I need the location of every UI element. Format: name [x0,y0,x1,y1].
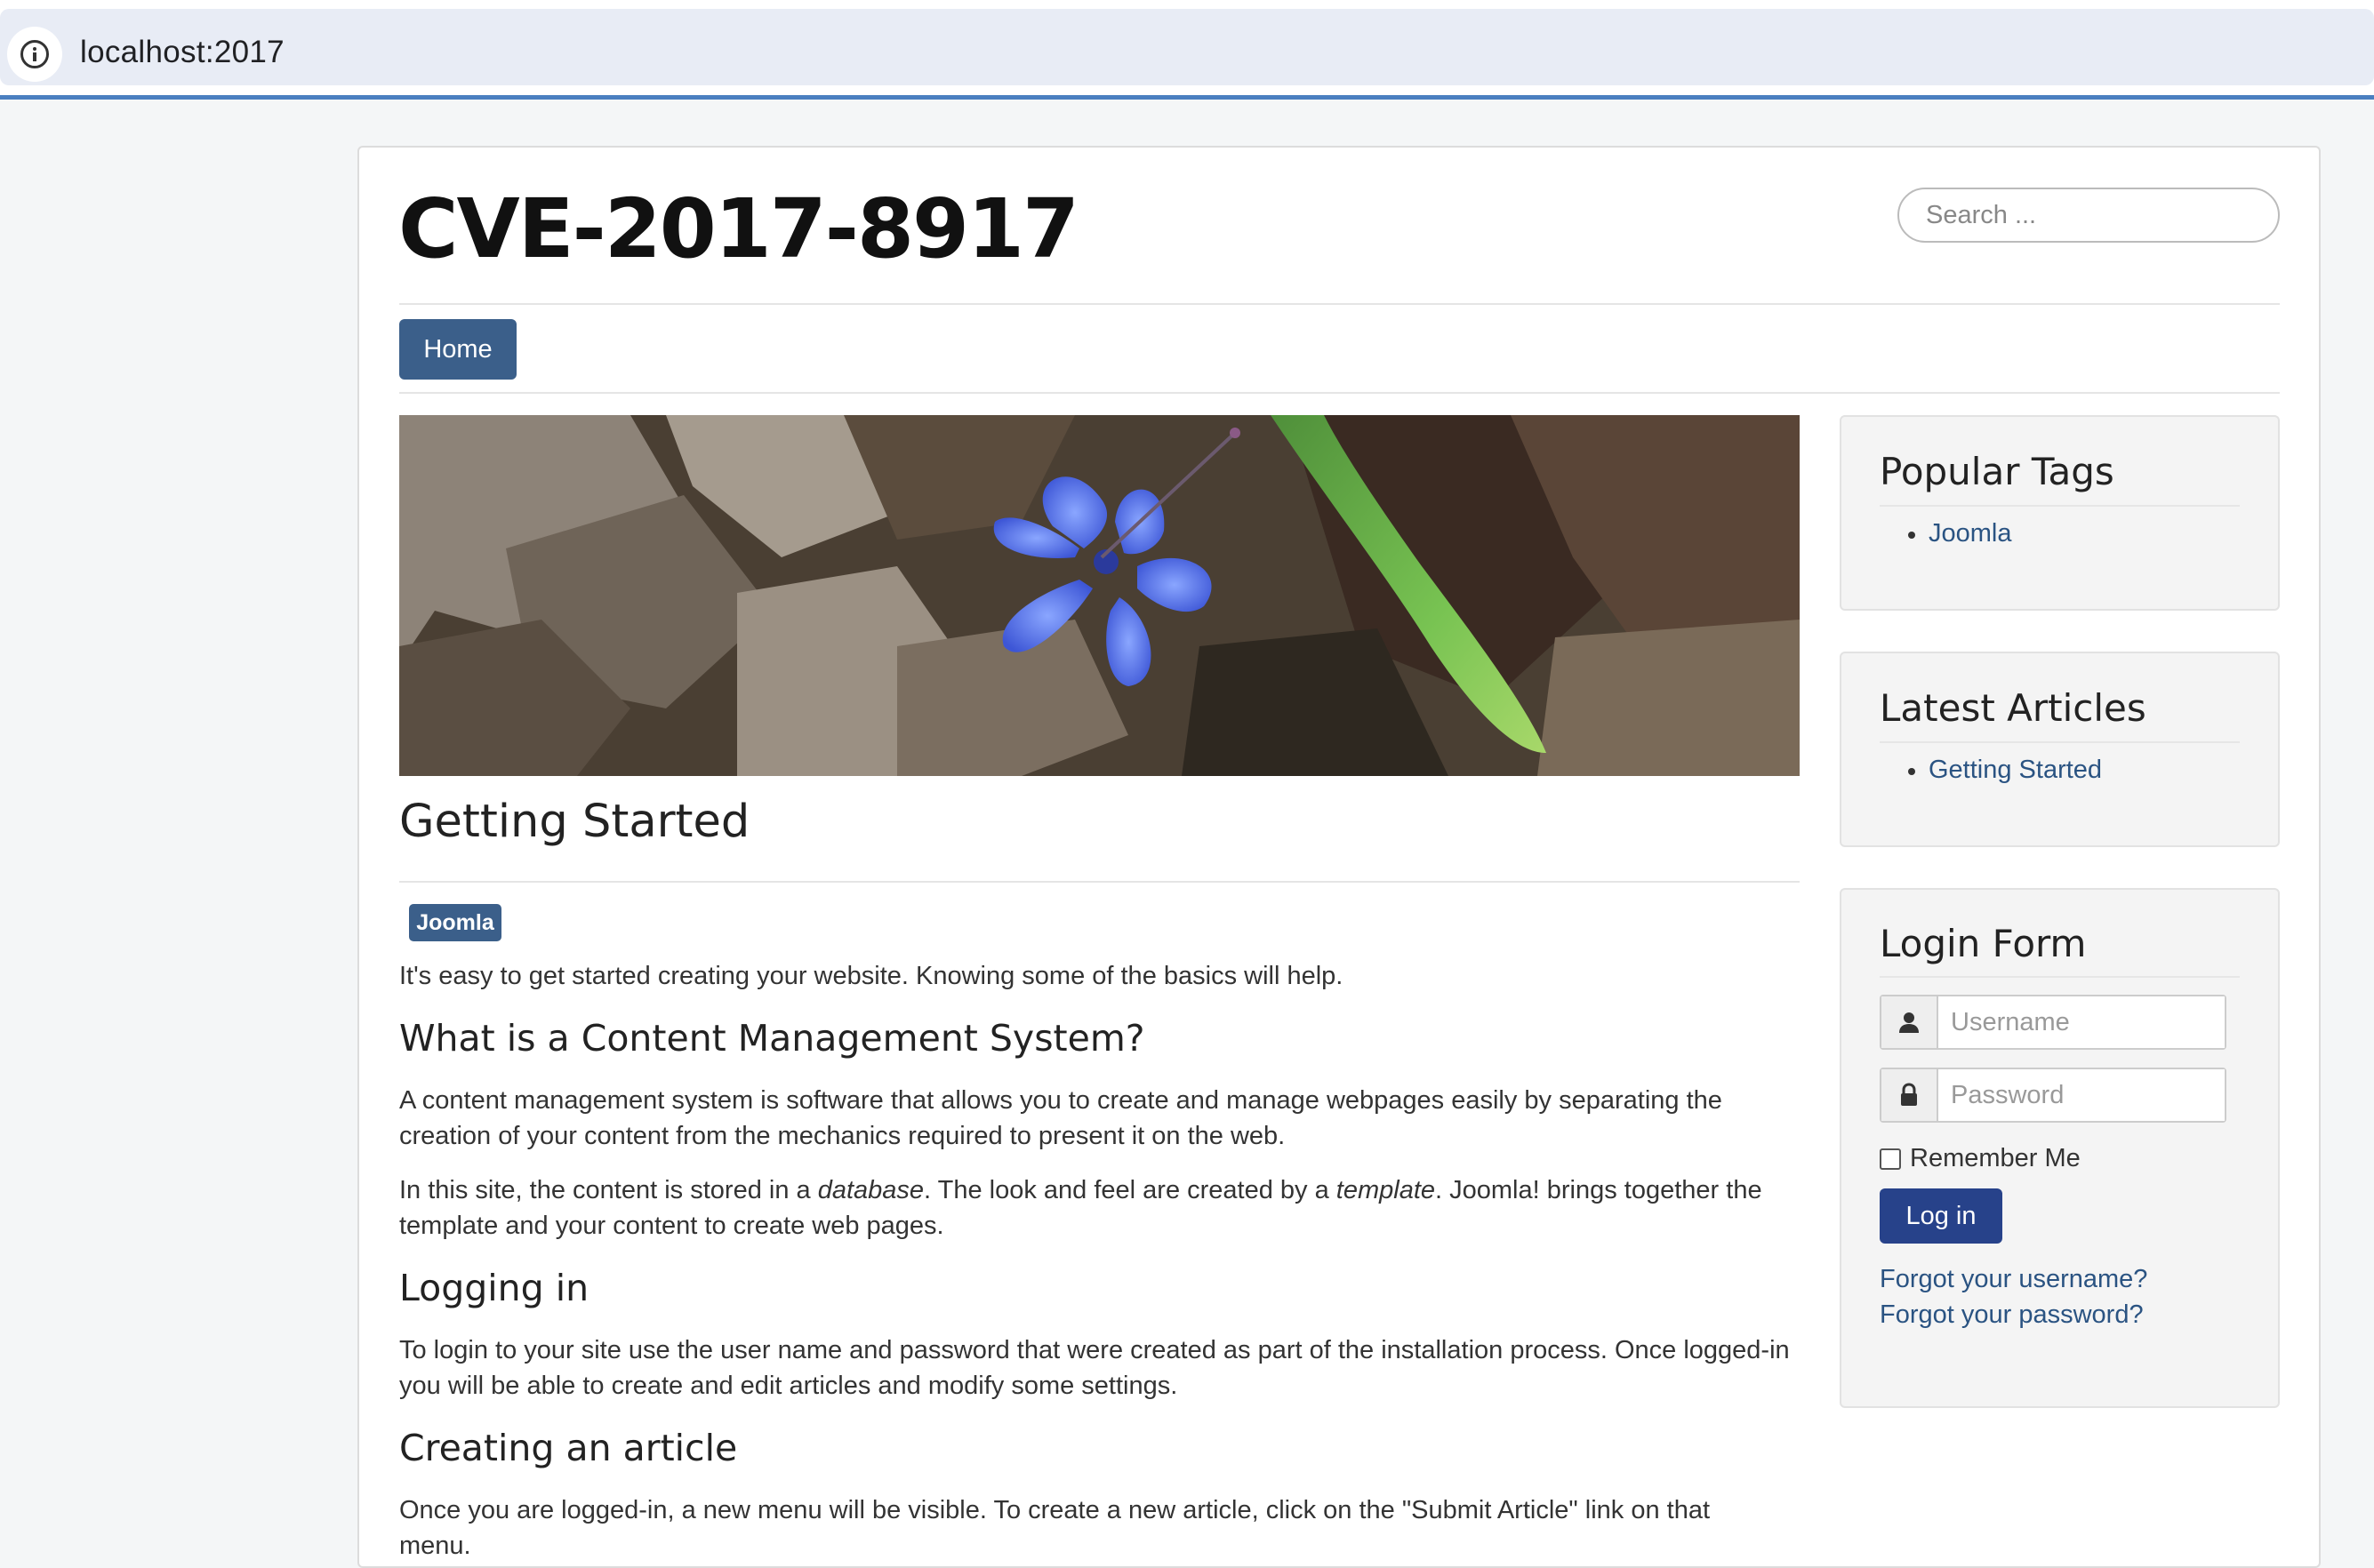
login-button[interactable]: Log in [1880,1188,2002,1244]
emphasis-database: database [817,1176,925,1204]
search-input[interactable] [1897,188,2280,243]
browser-toolbar: localhost:2017 [0,0,2374,100]
header-divider [399,303,2280,305]
password-group [1880,1068,2226,1123]
article-divider [399,881,1800,883]
article-tag-badge[interactable]: Joomla [409,904,501,941]
nav-home-button[interactable]: Home [399,319,517,380]
forgot-password-link[interactable]: Forgot your password? [1880,1300,2144,1330]
latest-articles-title: Latest Articles [1880,686,2146,730]
latest-article-link[interactable]: Getting Started [1929,756,2102,785]
emphasis-template: template [1335,1176,1436,1204]
article-title[interactable]: Getting Started [399,796,750,847]
article-intro: It's easy to get started creating your w… [399,962,1343,990]
paragraph-site-part2: . The look and feel are created by a [924,1176,1336,1204]
info-icon[interactable] [7,27,62,82]
heading-logging-in: Logging in [399,1267,589,1309]
site-title[interactable]: CVE-2017-8917 [398,188,1079,270]
popular-tag-link[interactable]: Joomla [1929,519,2012,548]
login-form-rule [1880,976,2240,978]
username-group [1880,995,2226,1050]
paragraph-creating-article: Once you are logged-in, a new menu will … [399,1496,1711,1560]
paragraph-site-part1: In this site, the content is stored in a [399,1176,818,1204]
popular-tags-rule [1880,505,2240,507]
address-bar[interactable]: localhost:2017 [0,9,2374,85]
paragraph-site: In this site, the content is stored in a… [399,1172,1786,1244]
list-bullet [1908,532,1915,539]
remember-me-checkbox[interactable] [1880,1148,1901,1170]
list-bullet [1908,768,1915,775]
latest-articles-rule [1880,741,2240,743]
banner-image [399,415,1800,776]
paragraph-logging-in: To login to your site use the user name … [399,1336,1790,1400]
heading-creating-article: Creating an article [399,1427,738,1469]
popular-tags-title: Popular Tags [1880,450,2114,493]
login-form-title: Login Form [1880,922,2087,965]
user-icon [1881,996,1938,1048]
nav-divider [399,392,2280,394]
url-text[interactable]: localhost:2017 [80,35,285,70]
lock-icon [1881,1069,1938,1121]
username-input[interactable] [1938,996,2225,1048]
heading-cms: What is a Content Management System? [399,1017,1145,1060]
popular-tags-module [1840,415,2280,611]
remember-me-row: Remember Me [1880,1144,2081,1173]
paragraph-cms: A content management system is software … [399,1086,1722,1150]
latest-articles-module [1840,652,2280,847]
forgot-username-link[interactable]: Forgot your username? [1880,1265,2147,1294]
password-input[interactable] [1938,1069,2225,1121]
remember-me-label[interactable]: Remember Me [1910,1144,2081,1173]
